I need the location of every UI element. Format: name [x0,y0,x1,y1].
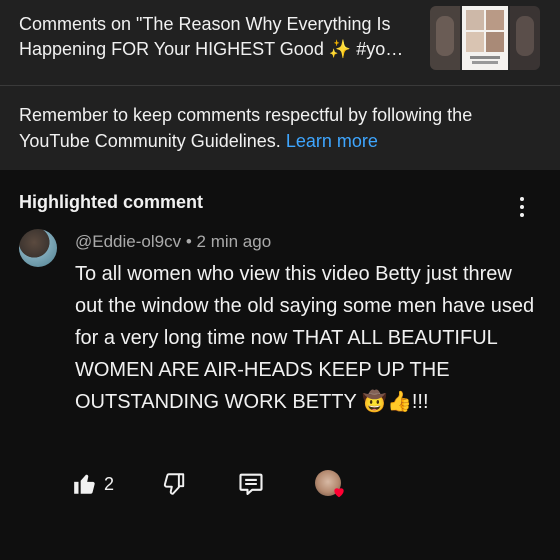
learn-more-link[interactable]: Learn more [286,131,378,151]
like-count: 2 [104,473,115,494]
comment-body: To all women who view this video Betty j… [75,263,535,413]
thumb-down-icon [163,473,185,495]
header-divider [0,85,560,86]
comments-header: Comments on "The Reason Why Everything I… [0,0,560,170]
comment-time: 2 min ago [196,232,272,251]
creator-heart-icon [334,488,344,498]
reply-button[interactable] [237,462,265,506]
like-button[interactable]: 2 [72,462,114,506]
creator-heart [315,470,347,502]
guidelines-text: Remember to keep comments respectful by … [19,105,473,151]
avatar[interactable] [19,229,57,267]
community-guidelines-notice: Remember to keep comments respectful by … [19,102,519,154]
reply-comment-icon [239,473,263,495]
thumb-up-icon [74,474,95,494]
highlighted-comment-label: Highlighted comment [19,192,203,212]
comment-actions: 2 [0,462,560,506]
vertical-dots-icon[interactable] [512,194,532,220]
comment-author[interactable]: @Eddie-ol9cv [75,232,181,251]
comment-meta: @Eddie-ol9cv • 2 min ago [75,232,271,252]
video-thumbnail[interactable] [430,6,540,70]
dislike-button[interactable] [161,462,187,506]
video-title: Comments on "The Reason Why Everything I… [19,14,404,59]
meta-separator: • [185,232,192,251]
